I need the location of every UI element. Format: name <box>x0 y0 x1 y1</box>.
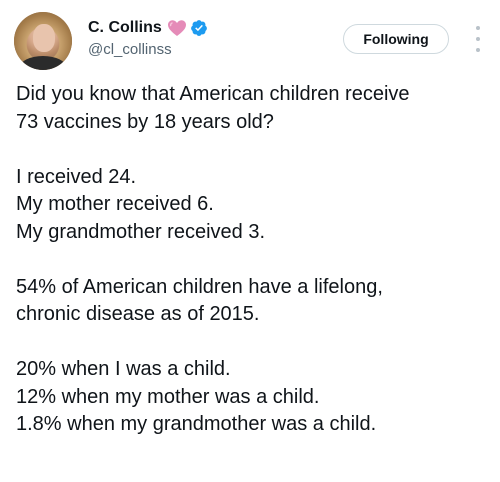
tweet-line: 20% when I was a child. <box>16 358 231 380</box>
tweet-line: My mother received 6. <box>16 193 214 215</box>
tweet-line: Did you know that American children rece… <box>16 83 410 105</box>
tweet-line: chronic disease as of 2015. <box>16 303 260 325</box>
pink-heart-icon <box>167 19 187 37</box>
tweet-paragraph: 54% of American children have a lifelong… <box>16 274 492 329</box>
tweet-text: Did you know that American children rece… <box>16 81 492 466</box>
tweet-line: 73 vaccines by 18 years old? <box>16 110 274 133</box>
more-dot <box>476 37 480 41</box>
tweet-paragraph: Did you know that American children rece… <box>16 81 492 136</box>
more-dot <box>476 26 480 30</box>
tweet-line: 54% of American children have a lifelong… <box>16 275 383 298</box>
author-name-row: C. Collins <box>88 16 208 40</box>
more-dot <box>476 48 480 52</box>
tweet-line: My grandmother received 3. <box>16 220 266 243</box>
tweet-paragraph: I received 24. My mother received 6. My … <box>16 164 492 247</box>
avatar-face <box>33 24 55 52</box>
tweet-line: 1.8% when my grandmother was a child. <box>16 413 377 435</box>
tweet-card: C. Collins @cl_collinss Following Did yo… <box>0 0 500 482</box>
following-button[interactable]: Following <box>343 24 449 54</box>
verified-badge-icon <box>190 19 208 37</box>
tweet-line: 12% when my mother was a child. <box>16 385 320 408</box>
more-options-icon[interactable] <box>468 26 488 52</box>
avatar[interactable] <box>14 12 72 70</box>
author-display-name[interactable]: C. Collins <box>88 19 162 37</box>
tweet-paragraph: 20% when I was a child. 12% when my moth… <box>16 356 492 439</box>
author-handle[interactable]: @cl_collinss <box>88 41 172 58</box>
tweet-line: I received 24. <box>16 165 137 188</box>
